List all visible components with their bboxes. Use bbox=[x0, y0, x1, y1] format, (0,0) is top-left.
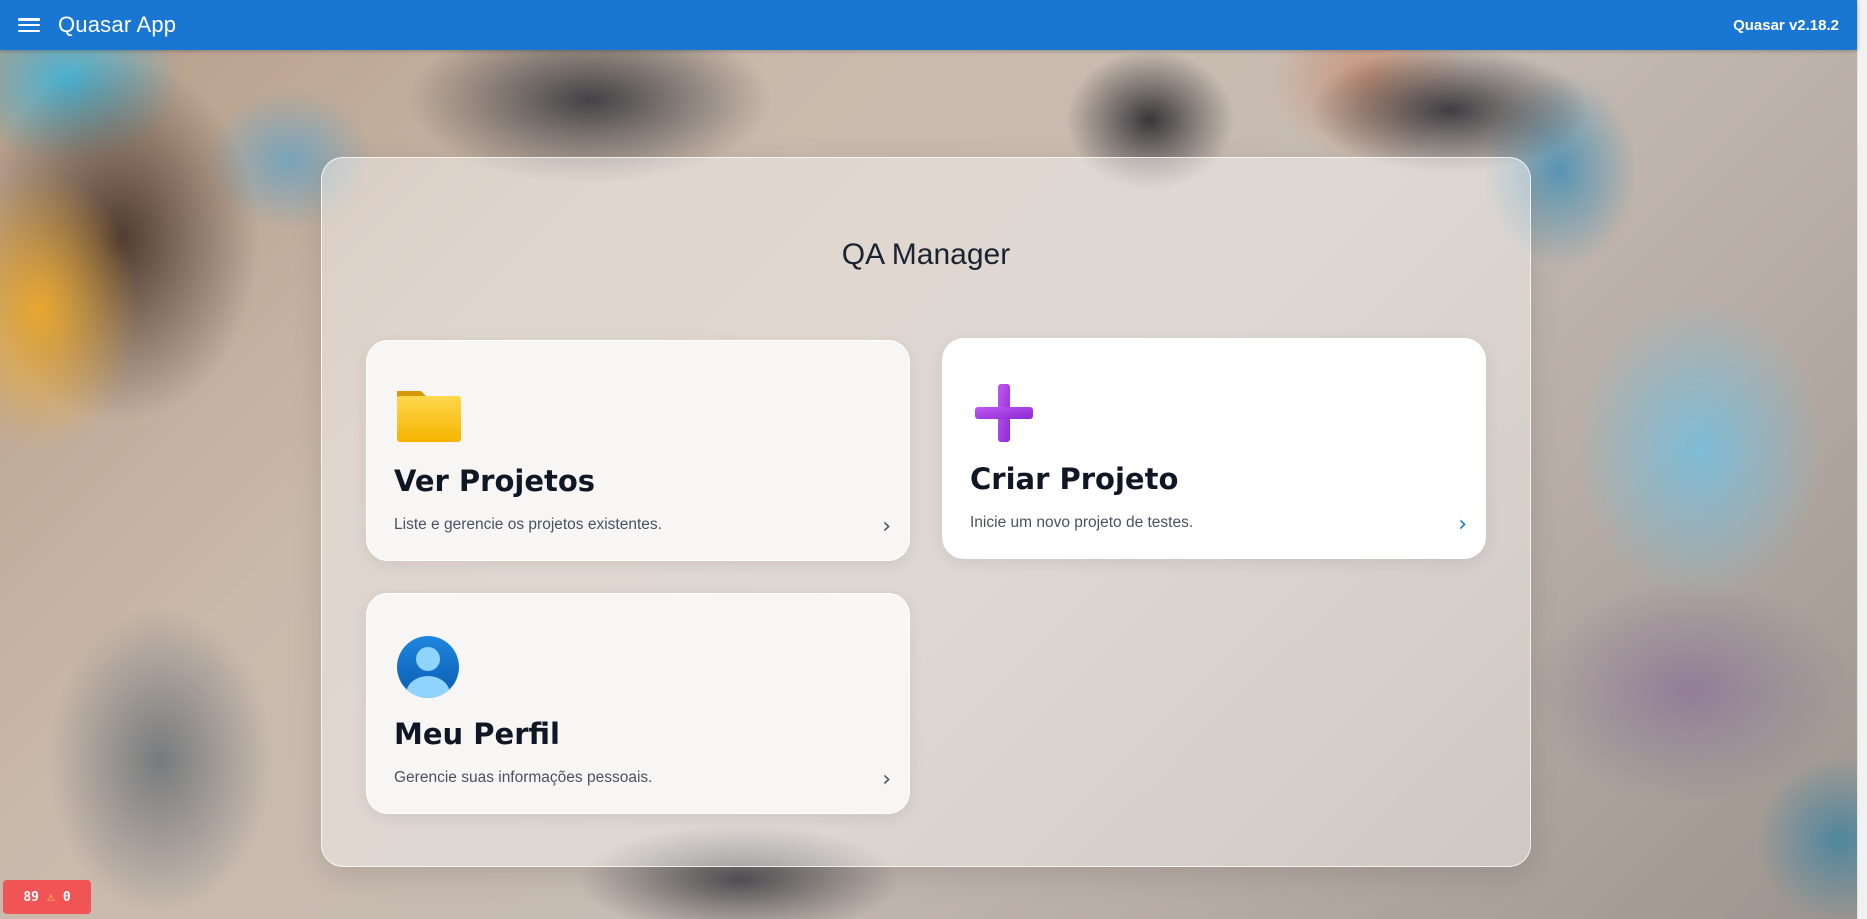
card-criar-projeto[interactable]: Criar Projeto Inicie um novo projeto de … bbox=[942, 338, 1486, 559]
card-description: Inicie um novo projeto de testes. bbox=[970, 514, 1194, 531]
scrollbar[interactable] bbox=[1857, 0, 1867, 919]
user-avatar-icon bbox=[397, 636, 459, 698]
warning-icon: ⚠ bbox=[47, 889, 55, 905]
card-title: Ver Projetos bbox=[394, 464, 596, 498]
card-title: Meu Perfil bbox=[394, 717, 560, 751]
chevron-right-icon: › bbox=[1458, 512, 1467, 537]
app-header: Quasar App Quasar v2.18.2 bbox=[0, 0, 1857, 50]
menu-icon[interactable] bbox=[16, 15, 42, 35]
warning-count: 0 bbox=[62, 889, 71, 905]
folder-icon bbox=[397, 391, 461, 442]
card-meu-perfil[interactable]: Meu Perfil Gerencie suas informações pes… bbox=[366, 593, 910, 814]
app-title: Quasar App bbox=[58, 12, 177, 37]
card-description: Liste e gerencie os projetos existentes. bbox=[394, 516, 662, 533]
chevron-right-icon: › bbox=[882, 514, 891, 539]
chevron-right-icon: › bbox=[882, 767, 891, 792]
card-ver-projetos[interactable]: Ver Projetos Liste e gerencie os projeto… bbox=[366, 340, 910, 561]
dev-error-badge[interactable]: 89 ⚠ 0 bbox=[3, 880, 91, 914]
error-count: 89 bbox=[23, 889, 39, 905]
card-description: Gerencie suas informações pessoais. bbox=[394, 769, 653, 786]
card-title: Criar Projeto bbox=[970, 462, 1179, 496]
version-label: Quasar v2.18.2 bbox=[1733, 16, 1839, 34]
page-title: QA Manager bbox=[841, 238, 1011, 271]
dashboard-panel: QA Manager Ver Projetos Liste e gerencie… bbox=[321, 157, 1531, 867]
plus-icon bbox=[975, 384, 1033, 442]
